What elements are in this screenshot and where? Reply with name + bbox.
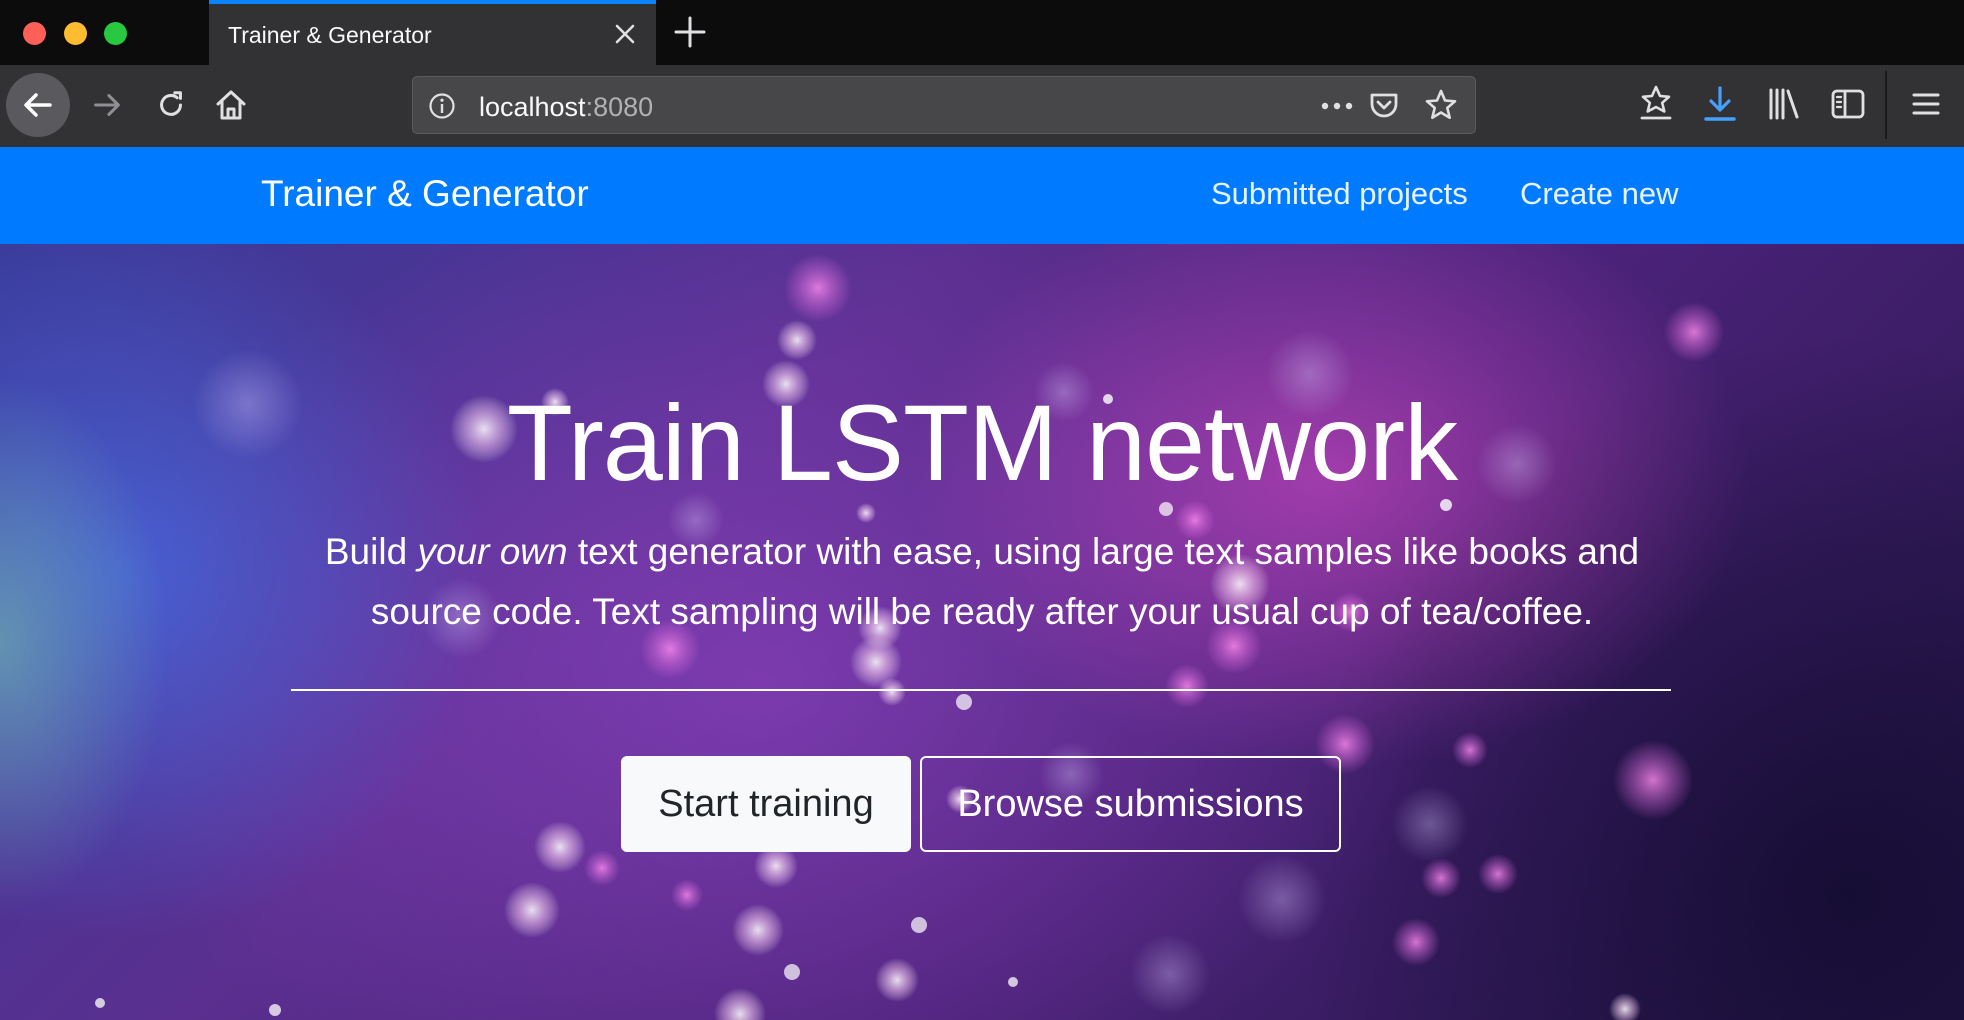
url-port: :8080 <box>585 92 654 122</box>
url-bar[interactable]: localhost:8080 <box>412 76 1476 134</box>
lead-text-start: Build <box>324 531 418 572</box>
more-dots-icon[interactable] <box>1317 93 1357 119</box>
pocket-icon[interactable] <box>1368 89 1400 121</box>
window-close-button[interactable] <box>23 22 46 45</box>
browser-nav-bar: localhost:8080 <box>0 65 1964 147</box>
close-icon[interactable] <box>612 21 638 47</box>
arrow-left-icon <box>24 93 52 117</box>
hamburger-menu-icon[interactable] <box>1906 84 1946 124</box>
info-icon[interactable] <box>428 92 456 120</box>
download-icon[interactable] <box>1700 84 1740 124</box>
nav-link-create-new[interactable]: Create new <box>1520 176 1679 212</box>
back-button[interactable] <box>6 73 70 137</box>
bookmarks-toolbar-icon[interactable] <box>1636 84 1676 124</box>
hero-lead-text: Build your own text generator with ease,… <box>300 522 1664 642</box>
window-minimize-button[interactable] <box>64 22 87 45</box>
nav-link-submitted-projects[interactable]: Submitted projects <box>1211 176 1468 212</box>
new-tab-icon[interactable] <box>672 14 708 50</box>
home-icon <box>216 90 246 120</box>
site-navbar: Trainer & Generator Submitted projects C… <box>0 147 1964 244</box>
window-zoom-button[interactable] <box>104 22 127 45</box>
tab-title: Trainer & Generator <box>228 22 432 48</box>
reload-button[interactable] <box>148 77 194 133</box>
site-brand-link[interactable]: Trainer & Generator <box>261 173 589 215</box>
url-text[interactable]: localhost:8080 <box>479 92 653 123</box>
browser-tab-bar: Trainer & Generator <box>0 0 1964 65</box>
start-training-button[interactable]: Start training <box>621 756 911 852</box>
reload-icon <box>160 91 182 116</box>
bookmark-star-icon[interactable] <box>1424 88 1458 122</box>
browser-tab[interactable]: Trainer & Generator <box>209 0 656 65</box>
arrow-right-icon <box>94 94 120 116</box>
home-button[interactable] <box>208 77 254 133</box>
lead-emphasis: your own <box>417 531 568 572</box>
web-page: Trainer & Generator Submitted projects C… <box>0 147 1964 1020</box>
browse-submissions-button[interactable]: Browse submissions <box>920 756 1341 852</box>
forward-button[interactable] <box>84 77 130 133</box>
toolbar-separator <box>1885 71 1887 139</box>
hero-divider <box>291 689 1671 691</box>
library-icon[interactable] <box>1764 84 1804 124</box>
sidebar-icon[interactable] <box>1828 84 1868 124</box>
hero-jumbotron: Train LSTM network Build your own text g… <box>0 244 1964 1020</box>
url-host: localhost <box>479 92 586 122</box>
hero-title: Train LSTM network <box>506 382 1458 503</box>
